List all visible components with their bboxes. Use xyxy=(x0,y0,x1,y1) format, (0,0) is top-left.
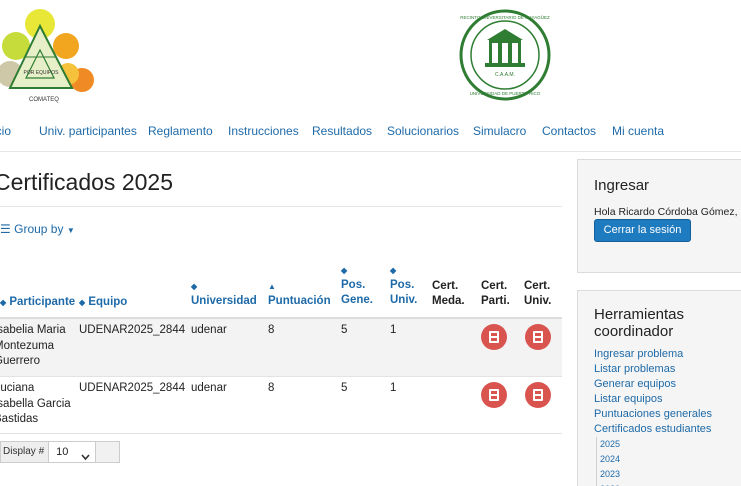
sort-asc-icon: ▲ xyxy=(268,282,276,291)
header-pos-gene[interactable]: ◆ Pos. Gene. xyxy=(341,263,373,308)
tool-link-listar-problemas[interactable]: Listar problemas xyxy=(594,363,675,375)
svg-text:RECINTO UNIVERSITARIO DE MAYAG: RECINTO UNIVERSITARIO DE MAYAGÜEZ xyxy=(460,14,550,20)
nav-item-inicio[interactable]: Inicio xyxy=(0,124,11,138)
nav-item-reglamento[interactable]: Reglamento xyxy=(148,124,213,138)
svg-text:UNIVERSIDAD DE PUERTO RICO: UNIVERSIDAD DE PUERTO RICO xyxy=(470,91,541,96)
svg-text:C.A.A.M.: C.A.A.M. xyxy=(495,72,515,78)
nav-item-instrucciones[interactable]: Instrucciones xyxy=(228,124,299,138)
cell-equipo: UDENAR2025_2844 xyxy=(79,382,186,394)
header-pos-univ[interactable]: ◆ Pos. Univ. xyxy=(390,263,417,308)
pdf-download-icon[interactable] xyxy=(525,324,551,350)
year-list-divider xyxy=(596,437,597,486)
display-label: Display # xyxy=(0,441,49,463)
sort-icon: ◆ xyxy=(191,282,198,291)
header-cert-parti: Cert. Parti. xyxy=(481,280,510,307)
group-by-label: Group by xyxy=(14,222,64,236)
header-cert-univ: Cert. Univ. xyxy=(524,280,552,307)
nav-item-mi-cuenta[interactable]: Mi cuenta xyxy=(612,124,664,138)
cell-puntuacion: 8 xyxy=(268,324,275,336)
nav-item-contactos[interactable]: Contactos xyxy=(542,124,596,138)
sort-icon: ◆ xyxy=(79,298,86,307)
cell-pos-univ: 1 xyxy=(390,382,397,394)
main-navigation: Inicio Univ. participantes Reglamento In… xyxy=(0,112,741,152)
pdf-download-icon[interactable] xyxy=(481,382,507,408)
rum-seal-logo: C.A.A.M. RECINTO UNIVERSITARIO DE MAYAGÜ… xyxy=(459,9,551,101)
year-link-2024[interactable]: 2024 xyxy=(600,454,620,464)
tools-panel-title: Herramientas coordinador xyxy=(594,306,685,340)
cell-pos-gene: 5 xyxy=(341,382,348,394)
row-divider xyxy=(0,433,562,434)
header-puntuacion[interactable]: ▲ Puntuación xyxy=(268,279,331,309)
display-apply-button[interactable] xyxy=(96,441,121,463)
pdf-download-icon[interactable] xyxy=(525,382,551,408)
header-equipo[interactable]: ◆ Equipo xyxy=(79,295,127,310)
year-link-2023[interactable]: 2023 xyxy=(600,469,620,479)
tool-link-ingresar-problema[interactable]: Ingresar problema xyxy=(594,348,683,360)
chevron-down-icon xyxy=(81,448,90,468)
cell-equipo: UDENAR2025_2844 xyxy=(79,324,186,336)
group-by-button[interactable]: ☰ Group by ▼ xyxy=(0,222,75,236)
tool-link-generar-equipos[interactable]: Generar equipos xyxy=(594,378,676,390)
sort-icon: ◆ xyxy=(0,298,7,307)
nav-item-univ-participantes[interactable]: Univ. participantes xyxy=(39,124,137,138)
sort-icon: ◆ xyxy=(341,266,348,275)
cell-participante: LucianaIsabella GarciaBastidas xyxy=(0,382,71,425)
cell-pos-gene: 5 xyxy=(341,324,348,336)
header-participante[interactable]: ◆ Participante xyxy=(0,295,75,310)
login-panel: Ingresar Hola Ricardo Córdoba Gómez, Cer… xyxy=(577,159,741,273)
tool-link-listar-equipos[interactable]: Listar equipos xyxy=(594,393,663,405)
login-panel-title: Ingresar xyxy=(594,177,650,194)
caret-down-icon: ▼ xyxy=(66,226,75,235)
pdf-download-icon[interactable] xyxy=(481,324,507,350)
display-count-control: Display # 10 xyxy=(0,441,121,463)
tool-link-puntuaciones-generales[interactable]: Puntuaciones generales xyxy=(594,408,712,420)
sort-icon: ◆ xyxy=(390,266,397,275)
tool-link-certificados-estudiantes[interactable]: Certificados estudiantes xyxy=(594,423,711,435)
nav-item-simulacro[interactable]: Simulacro xyxy=(473,124,526,138)
display-count-select[interactable]: 10 xyxy=(48,441,97,463)
year-link-2025[interactable]: 2025 xyxy=(600,439,620,449)
svg-text:POR EQUIPOS: POR EQUIPOS xyxy=(23,70,59,76)
comateq-logo[interactable]: POR EQUIPOS COMATEQ xyxy=(0,4,96,104)
nav-item-solucionarios[interactable]: Solucionarios xyxy=(387,124,459,138)
row-divider xyxy=(0,376,562,377)
cell-puntuacion: 8 xyxy=(268,382,275,394)
cell-universidad: udenar xyxy=(191,382,227,394)
svg-text:COMATEQ: COMATEQ xyxy=(29,97,59,103)
greeting-text: Hola Ricardo Córdoba Gómez, xyxy=(594,206,738,218)
logout-button[interactable]: Cerrar la sesión xyxy=(594,219,691,242)
nav-item-resultados[interactable]: Resultados xyxy=(312,124,372,138)
coordinator-tools-panel: Herramientas coordinador Ingresar problem… xyxy=(577,290,741,486)
cell-participante: Isabelia MariaMontezumaGuerrero xyxy=(0,324,66,367)
page-title: Certificados 2025 xyxy=(0,169,173,195)
list-icon: ☰ xyxy=(0,222,11,236)
cell-pos-univ: 1 xyxy=(390,324,397,336)
cell-universidad: udenar xyxy=(191,324,227,336)
title-divider xyxy=(0,206,562,207)
header-cert-meda: Cert. Meda. xyxy=(432,280,465,307)
header-universidad[interactable]: ◆ Universidad xyxy=(191,279,257,309)
